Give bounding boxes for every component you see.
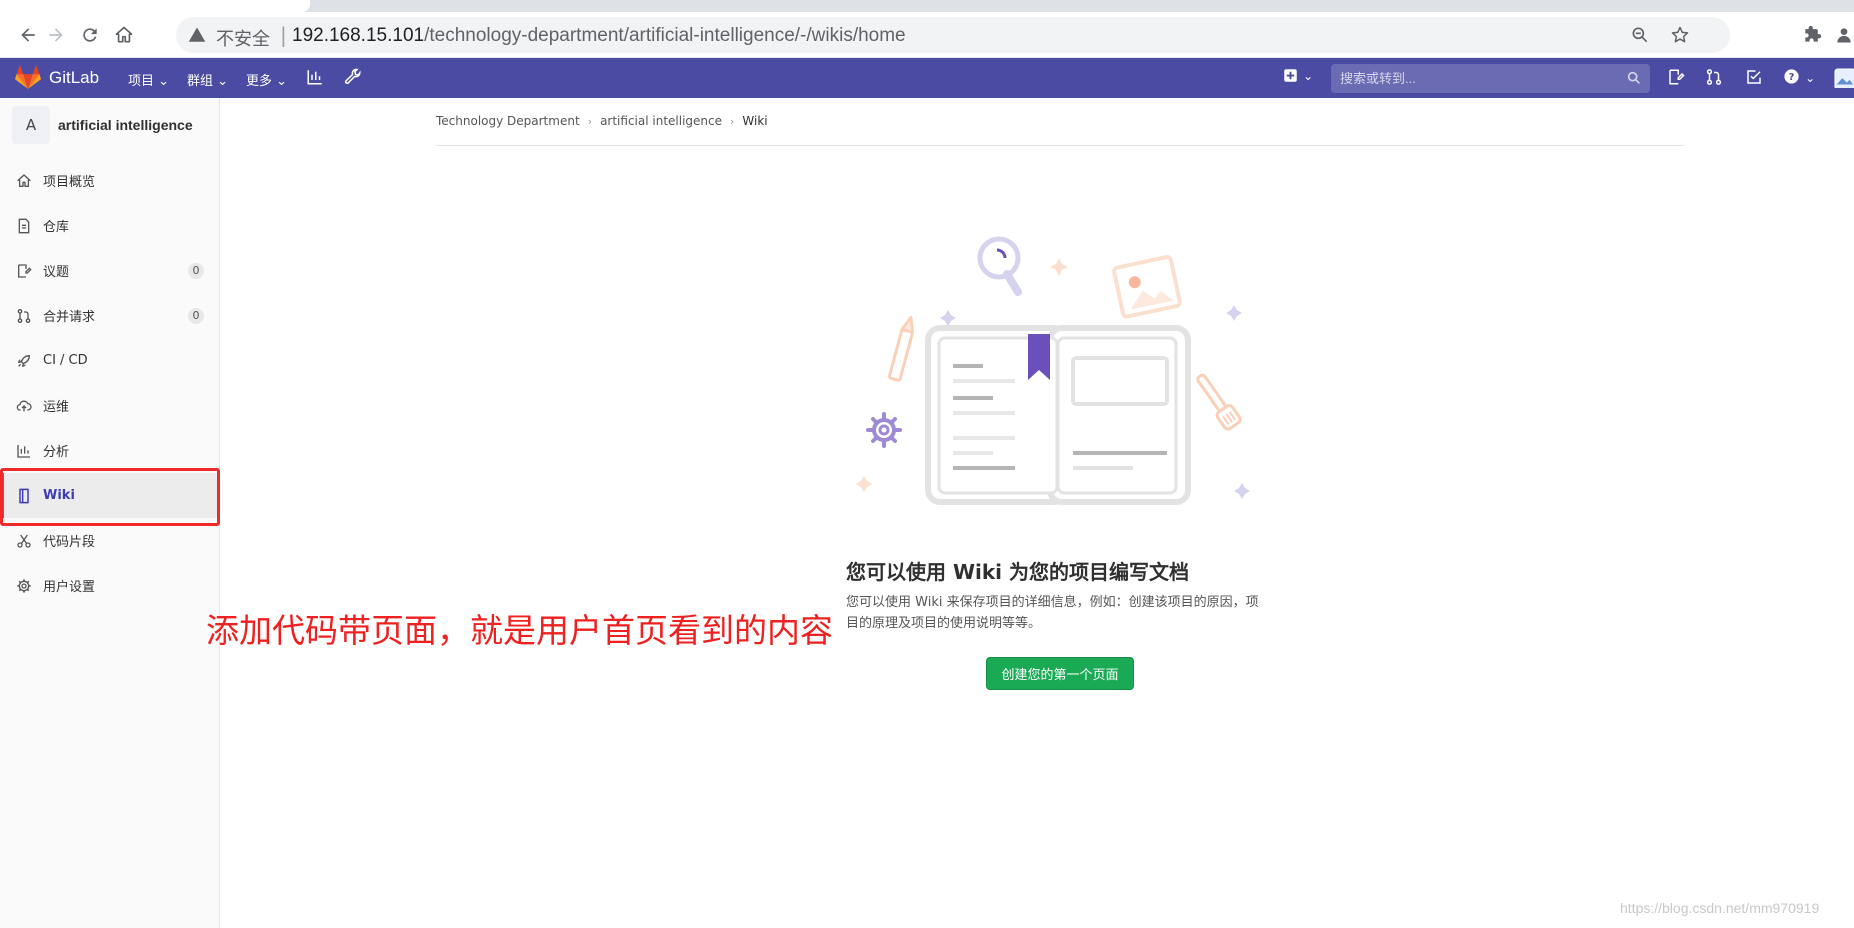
search-input[interactable] [1331,64,1650,93]
sidebar-item-settings[interactable]: 用户设置 [0,563,219,608]
breadcrumb-current[interactable]: Wiki [742,114,767,128]
divider: | [280,23,287,47]
sidebar-item-label: CI / CD [43,353,88,368]
rocket-icon [15,352,33,370]
breadcrumb-group[interactable]: Technology Department [436,114,580,128]
create-first-page-button[interactable]: 创建您的第一个页面 [986,657,1134,690]
todos-icon[interactable] [1745,68,1765,88]
sidebar-item-operations[interactable]: 运维 [0,383,219,428]
gitlab-navbar: GitLab 项目 ⌄ 群组 ⌄ 更多 ⌄ ⌄ ? ⌄ [0,58,1854,98]
sparkle-icon [940,310,956,326]
scissors-icon [15,532,33,550]
cloud-icon [15,397,33,415]
sparkle-icon [1234,483,1250,499]
project-name[interactable]: artificial intelligence [58,117,193,133]
extensions-icon[interactable] [1798,21,1826,49]
merge-request-icon [15,307,33,325]
sidebar-item-repository[interactable]: 仓库 [0,203,219,248]
chevron-down-icon: ⌄ [276,74,288,89]
menu-projects[interactable]: 项目 ⌄ [128,70,169,89]
sidebar-item-merge-requests[interactable]: 合并请求 0 [0,293,219,338]
issues-count-badge: 0 [188,263,204,279]
empty-state-title: 您可以使用 Wiki 为您的项目编写文档 [846,560,1189,584]
url-host: 192.168.15.101 [292,25,425,46]
forward-icon[interactable] [42,21,70,49]
profile-icon[interactable] [1834,21,1854,49]
home-browser-icon[interactable] [110,21,138,49]
chevron-right-icon: › [730,114,735,128]
sidebar-item-label: 合并请求 [43,310,96,325]
sidebar-item-ci-cd[interactable]: CI / CD [0,338,219,383]
browser-tab-strip [0,0,1854,12]
gear-icon [866,412,902,448]
gitlab-logo-icon[interactable] [15,66,41,90]
issues-shortcut-icon[interactable] [1667,68,1687,88]
home-icon [15,172,33,190]
menu-groups-label: 群组 [187,74,214,89]
sidebar-item-label: 代码片段 [43,535,96,550]
bookmark-star-icon[interactable] [1670,25,1690,45]
chevron-down-icon: ⌄ [217,74,229,89]
warning-icon[interactable] [188,26,206,44]
watermark: https://blog.csdn.net/mm970919 [1620,900,1820,916]
sparkle-icon [1226,305,1242,321]
browser-toolbar: 不安全 | 192.168.15.101/technology-departme… [0,12,1854,58]
sparkle-icon [1050,258,1068,276]
merge-requests-count-badge: 0 [188,308,204,324]
sidebar-item-label: 用户设置 [43,580,96,595]
merge-requests-shortcut-icon[interactable] [1705,68,1725,88]
global-search[interactable] [1331,64,1650,93]
chevron-down-icon: ⌄ [158,74,170,89]
reload-icon[interactable] [76,21,104,49]
brush-icon [1196,373,1242,431]
breadcrumb-project[interactable]: artificial intelligence [600,114,722,128]
sidebar-item-project-overview[interactable]: 项目概览 [0,158,219,203]
menu-more-label: 更多 [246,74,273,89]
wiki-empty-illustration [856,236,1250,505]
chart-icon [15,442,33,460]
highlight-box [0,468,220,526]
wrench-icon[interactable] [344,68,364,88]
svg-text:?: ? [1789,72,1795,83]
url-text[interactable]: 192.168.15.101/technology-department/art… [292,25,906,47]
gitlab-brand[interactable]: GitLab [49,68,99,88]
help-icon[interactable]: ? ⌄ [1783,68,1817,88]
document-icon [15,217,33,235]
chevron-right-icon: › [587,114,593,128]
divider [436,145,1684,146]
zoom-icon[interactable] [1630,25,1650,45]
security-label[interactable]: 不安全 [216,25,270,51]
sidebar-item-analytics[interactable]: 分析 [0,428,219,473]
sparkle-icon [856,476,872,492]
activity-chart-icon[interactable] [306,68,326,88]
sidebar-item-label: 分析 [43,445,70,460]
sidebar-item-label: 运维 [43,400,70,415]
empty-state-description: 您可以使用 Wiki 来保存项目的详细信息，例如：创建该项目的原因，项目的原理及… [846,595,1259,631]
sidebar-item-label: 仓库 [43,220,70,235]
menu-more[interactable]: 更多 ⌄ [246,70,287,89]
active-tab[interactable] [0,0,310,12]
sidebar-item-label: 项目概览 [43,175,96,190]
gear-icon [15,577,33,595]
project-avatar[interactable]: A [12,106,50,144]
user-avatar[interactable] [1834,68,1854,88]
pencil-icon [887,315,915,382]
menu-groups[interactable]: 群组 ⌄ [187,70,228,89]
sidebar-item-label: 议题 [43,265,70,280]
sidebar-item-issues[interactable]: 议题 0 [0,248,219,293]
chevron-down-icon: ⌄ [1303,69,1314,83]
picture-frame-icon [1112,255,1182,319]
issues-icon [15,262,33,280]
chevron-down-icon: ⌄ [1805,71,1816,85]
book-icon [925,325,1191,505]
new-item-plus-icon[interactable]: ⌄ [1283,68,1317,88]
search-icon[interactable] [1626,70,1642,86]
address-bar[interactable]: 不安全 | 192.168.15.101/technology-departme… [176,17,1730,53]
breadcrumb: Technology Department › artificial intel… [436,114,768,128]
menu-projects-label: 项目 [128,74,155,89]
back-icon[interactable] [14,21,42,49]
annotation-text: 添加代码带页面，就是用户首页看到的内容 [206,611,833,650]
magnifier-icon [977,236,1022,296]
url-path: /technology-department/artificial-intell… [424,25,906,46]
